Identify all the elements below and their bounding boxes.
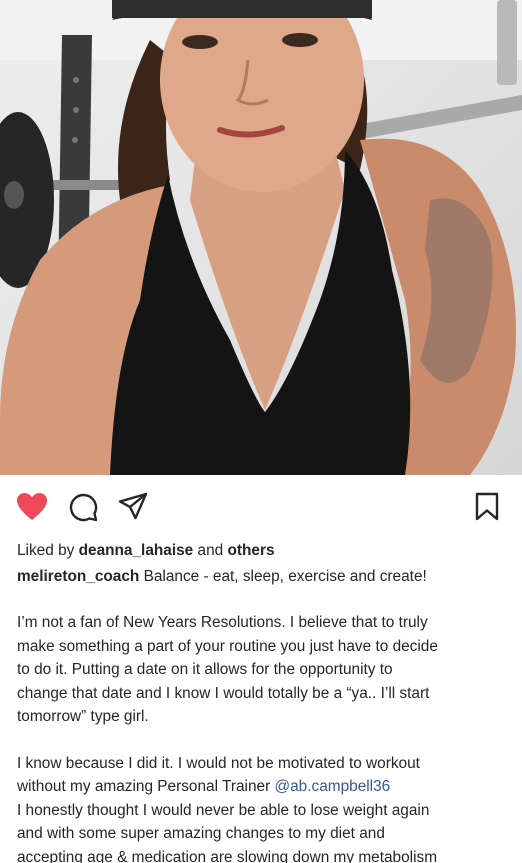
post-text: Liked by deanna_lahaise and others melir… [0,539,522,863]
likes-connector: and [197,542,224,559]
trainer-mention-link[interactable]: @ab.campbell36 [274,778,390,795]
caption-line-text: without my amazing Personal Trainer [17,778,271,795]
caption-line: without my amazing Personal Trainer @ab.… [17,775,505,799]
instagram-post: Liked by deanna_lahaise and others melir… [0,0,522,863]
action-bar [0,475,522,537]
caption-line: and with some super amazing changes to m… [17,825,385,842]
caption-paragraph-1: I’m not a fan of New Years Resolutions. … [17,611,505,729]
caption-headline: Balance - eat, sleep, exercise and creat… [143,567,427,585]
caption-line: to do it. Putting a date on it allows fo… [17,661,393,678]
likes-summary: Liked by deanna_lahaise and others [17,539,505,563]
liked-by-username[interactable]: deanna_lahaise [79,542,194,559]
selfie-illustration [0,0,522,475]
caption-line: make something a part of your routine yo… [17,637,438,655]
bookmark-icon[interactable] [474,492,500,522]
paper-plane-icon[interactable] [118,492,148,522]
likes-others-link[interactable]: others [228,542,275,559]
caption-line: tomorrow” type girl. [17,708,149,725]
caption-username[interactable]: melireton_coach [17,568,139,585]
caption-line: I’m not a fan of New Years Resolutions. … [17,614,428,631]
likes-prefix: Liked by [17,542,75,559]
post-photo[interactable] [0,0,522,475]
caption-line: change that date and I know I would tota… [17,684,430,702]
caption: melireton_coach Balance - eat, sleep, ex… [17,565,505,589]
caption-line: I honestly thought I would never be able… [17,801,430,819]
caption-line: I know because I did it. I would not be … [17,754,420,772]
caption-paragraph-2: I know because I did it. I would not be … [17,752,505,863]
heart-filled-icon[interactable] [16,492,48,522]
comment-bubble-icon[interactable] [68,492,98,522]
caption-line: accepting age & medication are slowing d… [17,848,438,863]
